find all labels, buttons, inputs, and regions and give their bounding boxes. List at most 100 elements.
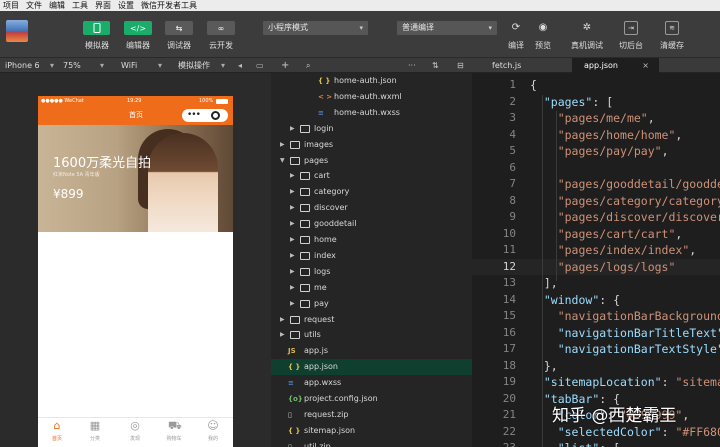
tree-item-pages[interactable]: ▼ pages	[271, 153, 472, 169]
tab-app-json[interactable]: app.json ×	[572, 58, 659, 73]
tree-item-category[interactable]: ▶ category	[271, 184, 472, 200]
chevron-right-icon[interactable]: ▶	[290, 168, 295, 184]
tree-item-cart[interactable]: ▶ cart	[271, 168, 472, 184]
chevron-down-icon[interactable]: ▾	[100, 58, 104, 73]
tree-item-images[interactable]: ▶ images	[271, 137, 472, 153]
tree-item-me[interactable]: ▶ me	[271, 280, 472, 296]
chevron-right-icon[interactable]: ▶	[290, 280, 295, 296]
chevron-right-icon[interactable]: ▶	[290, 296, 295, 312]
chevron-right-icon[interactable]: ▶	[290, 216, 295, 232]
tree-item-sitemap-json[interactable]: { } sitemap.json	[271, 423, 472, 439]
line-number: 15	[502, 309, 516, 322]
operation-select[interactable]: 模拟操作	[178, 58, 210, 73]
chevron-right-icon[interactable]: ▶	[290, 264, 295, 280]
close-icon[interactable]: ×	[642, 58, 649, 73]
code-line: "navigationBarTextStyle": ""	[557, 342, 720, 356]
add-icon[interactable]: +	[281, 58, 289, 73]
chevron-down-icon[interactable]: ▾	[50, 58, 54, 73]
folder-icon	[300, 267, 310, 276]
banner-swiper[interactable]: 1600万柔光自拍 红米Note 5A 青年版 ¥899	[38, 125, 233, 232]
code-editor[interactable]: 1 {2 "pages": [3 "pages/me/me", 4 "pages/h…	[472, 73, 720, 447]
chevron-right-icon[interactable]: ▶	[290, 121, 295, 137]
layers-icon[interactable]: ≋	[665, 21, 679, 35]
chevron-right-icon[interactable]: ▶	[290, 248, 295, 264]
tree-item-label: discover	[314, 203, 348, 213]
tree-item-home-auth-wxss[interactable]: ≡ home-auth.wxss	[271, 105, 472, 121]
code-line: "pages/cart/cart",	[557, 226, 683, 241]
tree-item-utils[interactable]: ▶ utils	[271, 327, 472, 343]
chevron-right-icon[interactable]: ▶	[290, 200, 295, 216]
menu-view[interactable]: 界面	[92, 0, 115, 11]
menu-tools[interactable]: 工具	[69, 0, 92, 11]
menu-settings[interactable]: 设置	[115, 0, 138, 11]
tree-item-logs[interactable]: ▶ logs	[271, 264, 472, 280]
more-icon[interactable]: •••	[187, 109, 201, 122]
tree-item-label: index	[314, 250, 336, 260]
tree-item-label: app.json	[304, 362, 338, 372]
tree-item-home[interactable]: ▶ home	[271, 232, 472, 248]
mode-select[interactable]: 小程序模式 ▾	[263, 21, 368, 35]
chevron-right-icon[interactable]: ▶	[290, 232, 295, 248]
tree-item-home-auth-wxml[interactable]: < > home-auth.wxml	[271, 89, 472, 105]
tabbar-item-category[interactable]: ▦ 分类	[80, 420, 110, 443]
tabbar-item-me[interactable]: ☺ 我的	[198, 420, 228, 443]
more-icon[interactable]: ···	[408, 58, 416, 73]
clear-cache-label: 清缓存	[660, 41, 684, 50]
bug-icon[interactable]: ✲	[580, 21, 594, 35]
code-line: "navigationBarTitleText": ""	[557, 325, 720, 340]
tree-item-request-zip[interactable]: ▯ request.zip	[271, 407, 472, 423]
tree-item-app-json[interactable]: { } app.json	[271, 359, 472, 376]
tabbar-item-home[interactable]: ⌂ 首页	[42, 420, 72, 443]
debugger-button[interactable]: ⇆	[165, 21, 193, 35]
editor-button[interactable]: </>	[124, 21, 152, 35]
chevron-down-icon[interactable]: ▾	[158, 58, 162, 73]
cloud-button[interactable]: ∞	[207, 21, 235, 35]
simulator-label: 模拟器	[85, 41, 109, 50]
chevron-down-icon[interactable]: ▾	[221, 58, 225, 73]
menu-project[interactable]: 项目	[0, 0, 23, 11]
refresh-icon[interactable]: ⟳	[509, 21, 523, 35]
capsule-menu[interactable]: •••	[182, 109, 228, 122]
zoom-select[interactable]: 75%	[63, 58, 81, 73]
tree-item-app-wxss[interactable]: ≡ app.wxss	[271, 375, 472, 391]
tree-item-util-zip[interactable]: ▯ util.zip	[271, 439, 472, 447]
tree-item-project-config-json[interactable]: {o} project.config.json	[271, 391, 472, 407]
tabbar-item-discover[interactable]: ◎ 发现	[120, 420, 150, 443]
menu-devtools[interactable]: 微信开发者工具	[138, 0, 201, 11]
simulator-panel: ●●●●● WeChat 19:29 100% 首页 ••• 1600万柔光自拍…	[0, 73, 271, 447]
chevron-down-icon[interactable]: ▼	[280, 153, 285, 169]
tree-item-login[interactable]: ▶ login	[271, 121, 472, 137]
tab-fetch-js[interactable]: fetch.js	[484, 58, 570, 73]
menu-file[interactable]: 文件	[23, 0, 46, 11]
eye-icon[interactable]: ◉	[536, 21, 550, 35]
volume-icon[interactable]: ◂	[238, 58, 242, 73]
network-select[interactable]: WiFi	[121, 58, 137, 73]
tree-item-discover[interactable]: ▶ discover	[271, 200, 472, 216]
tree-item-pay[interactable]: ▶ pay	[271, 296, 472, 312]
close-mini-icon[interactable]	[211, 111, 220, 120]
simulator-button[interactable]	[83, 21, 110, 35]
tree-item-label: category	[314, 187, 350, 197]
chevron-right-icon[interactable]: ▶	[290, 184, 295, 200]
swiper-indicator	[122, 223, 152, 227]
tree-item-home-auth-json[interactable]: { } home-auth.json	[271, 73, 472, 89]
search-icon[interactable]: ⌕	[306, 58, 310, 73]
tree-item-label: home-auth.json	[334, 76, 397, 85]
compile-select[interactable]: 普通编译 ▾	[397, 21, 497, 35]
tree-item-request[interactable]: ▶ request	[271, 312, 472, 328]
window-icon[interactable]: ▭	[256, 58, 264, 73]
sort-icon[interactable]: ⇅	[432, 58, 439, 73]
project-avatar[interactable]	[6, 20, 28, 42]
tree-item-gooddetail[interactable]: ▶ gooddetail	[271, 216, 472, 232]
tree-item-app-js[interactable]: JS app.js	[271, 343, 472, 359]
background-icon[interactable]: ⇥	[624, 21, 638, 35]
tree-item-index[interactable]: ▶ index	[271, 248, 472, 264]
code-line: "pages/index/index",	[557, 243, 697, 257]
chevron-right-icon[interactable]: ▶	[280, 327, 285, 343]
chevron-right-icon[interactable]: ▶	[280, 137, 285, 153]
chevron-right-icon[interactable]: ▶	[280, 312, 285, 328]
tabbar-item-cart[interactable]: ⛟ 购物车	[159, 420, 189, 443]
device-select[interactable]: iPhone 6	[5, 58, 40, 73]
menu-edit[interactable]: 编辑	[46, 0, 69, 11]
collapse-icon[interactable]: ⊟	[457, 58, 464, 73]
